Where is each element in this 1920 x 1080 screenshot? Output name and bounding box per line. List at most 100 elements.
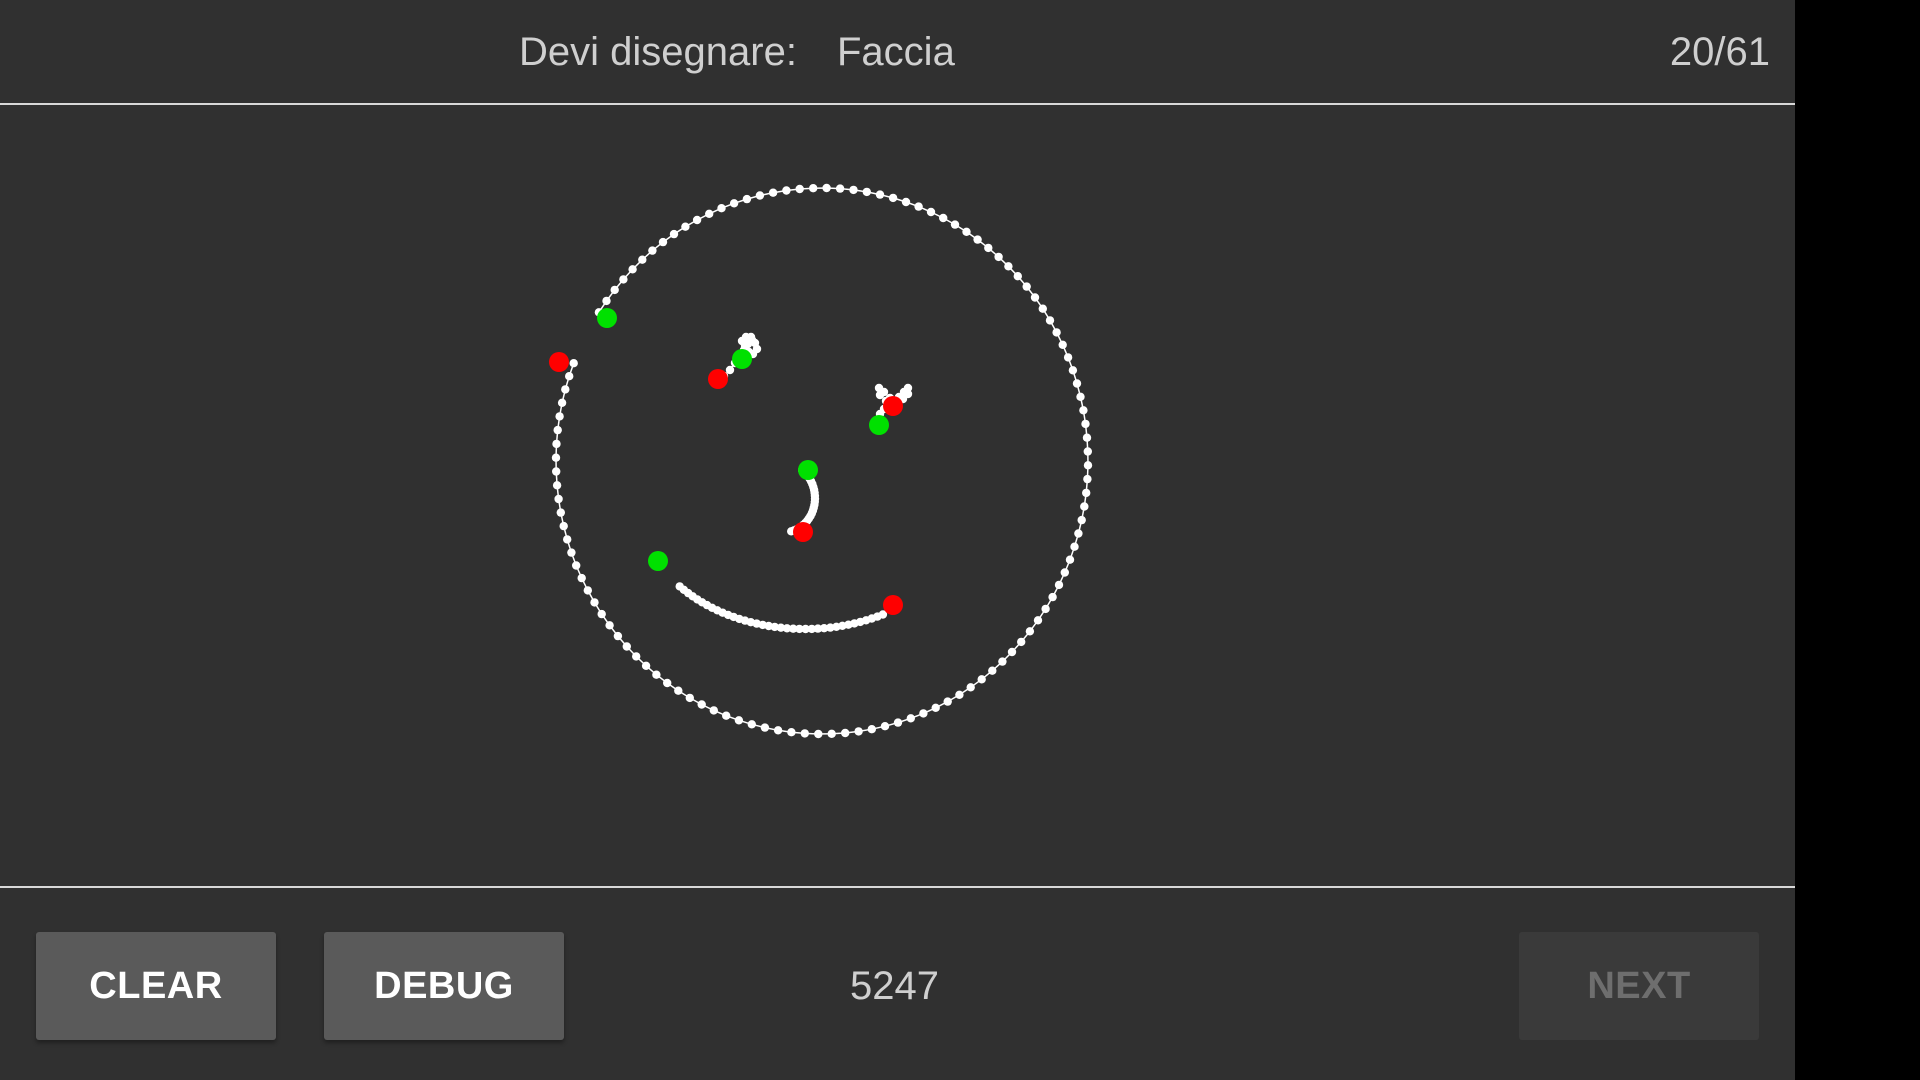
face-outline-stroke-point xyxy=(768,188,778,197)
face-outline-stroke-point xyxy=(1038,304,1048,313)
face-outline-stroke-point xyxy=(692,215,702,225)
face-outline-stroke-point xyxy=(747,720,756,729)
face-outline-stroke-point xyxy=(632,652,641,661)
face-outline-stroke-point xyxy=(1080,502,1089,511)
face-outline-stroke-point xyxy=(893,718,903,727)
left-eye-stroke-point xyxy=(746,332,756,342)
face-outline-stroke-point xyxy=(597,609,606,619)
face-outline-stroke-point xyxy=(906,714,915,723)
face-outline-stroke-point xyxy=(822,183,831,193)
face-outline-stroke-point xyxy=(652,670,661,679)
face-outline-stroke-point xyxy=(1004,262,1013,271)
face-outline-stroke-point xyxy=(613,631,623,641)
left-eye-start-marker xyxy=(732,349,752,369)
prompt-word: Faccia xyxy=(837,30,955,74)
face-start-marker xyxy=(597,308,617,328)
score-value: 5247 xyxy=(850,964,939,1008)
face-outline-stroke-point xyxy=(641,661,651,670)
face-outline-stroke-point xyxy=(814,729,823,739)
debug-button[interactable]: DEBUG xyxy=(324,932,564,1040)
face-outline-stroke-point xyxy=(605,621,614,630)
face-outline-stroke-point xyxy=(602,296,611,306)
face-outline-stroke-point xyxy=(697,700,706,709)
face-outline-stroke-point xyxy=(583,586,592,595)
left-eye-end-marker xyxy=(708,369,728,389)
face-outline-stroke-point xyxy=(569,359,578,368)
face-outline-stroke-point xyxy=(622,642,631,651)
right-eye-end-marker xyxy=(883,396,903,416)
face-outline-stroke-point xyxy=(1074,529,1083,538)
face-end-marker xyxy=(549,352,569,372)
face-outline-stroke-point xyxy=(1048,592,1057,602)
face-outline-stroke-point xyxy=(809,184,818,193)
face-outline-stroke-point xyxy=(977,675,986,684)
face-outline-stroke-point xyxy=(973,235,982,244)
face-outline-stroke-point xyxy=(551,453,561,462)
face-outline-stroke-point xyxy=(1079,406,1088,415)
face-outline-stroke-point xyxy=(552,467,561,476)
face-outline-stroke-point xyxy=(862,187,871,197)
face-outline-stroke-point xyxy=(563,535,572,544)
face-outline-stroke-point xyxy=(1063,353,1073,362)
face-outline-stroke-point xyxy=(1013,272,1022,281)
face-outline-stroke-point xyxy=(1045,316,1055,325)
face-outline-stroke-point xyxy=(557,398,567,407)
face-outline-stroke-point xyxy=(554,494,563,504)
clear-button[interactable]: CLEAR xyxy=(36,932,276,1040)
face-outline-stroke-point xyxy=(561,385,570,394)
face-outline-stroke-point xyxy=(800,729,809,738)
face-outline-stroke-point xyxy=(648,246,657,255)
face-outline-stroke-point xyxy=(939,213,948,223)
drawing-surface[interactable] xyxy=(0,106,1795,886)
face-outline-stroke-point xyxy=(1070,542,1079,551)
face-outline-stroke-point xyxy=(849,185,858,195)
face-outline-stroke-point xyxy=(1060,568,1070,577)
face-outline-stroke-point xyxy=(1076,392,1085,401)
face-outline-stroke-point xyxy=(638,255,647,264)
face-outline-stroke-point xyxy=(552,439,561,449)
header-bar: Devi disegnare: Faccia 20/61 xyxy=(0,0,1795,105)
face-outline-stroke-point xyxy=(685,693,694,703)
face-outline-stroke-point xyxy=(888,193,898,203)
face-outline-stroke-point xyxy=(1052,328,1061,337)
face-outline-stroke-point xyxy=(926,207,936,217)
face-outline-stroke-point xyxy=(709,706,718,715)
mouth-end-marker xyxy=(883,595,903,615)
face-outline-stroke-point xyxy=(914,202,923,211)
prompt-label: Devi disegnare: xyxy=(519,30,797,74)
face-outline-stroke-point xyxy=(555,412,564,421)
face-outline-stroke-point xyxy=(875,190,885,199)
face-outline-stroke-point xyxy=(705,209,714,218)
face-outline-stroke-point xyxy=(669,229,679,239)
face-outline-stroke-point xyxy=(553,425,562,435)
face-outline-stroke-point xyxy=(1082,488,1091,498)
right-eye-start-marker xyxy=(869,415,889,435)
face-outline-stroke-point xyxy=(663,678,672,688)
mouth-start-marker xyxy=(648,551,668,571)
next-button[interactable]: NEXT xyxy=(1519,932,1759,1040)
face-outline-stroke-point xyxy=(742,194,752,204)
face-outline-stroke-point xyxy=(1058,340,1067,349)
nose-start-marker xyxy=(798,460,818,480)
face-outline-stroke-point xyxy=(681,222,690,231)
progress-counter: 20/61 xyxy=(1669,30,1770,74)
face-outline-stroke-point xyxy=(1083,474,1092,484)
face-outline-stroke-point xyxy=(966,683,975,692)
nose-end-marker xyxy=(793,522,813,542)
face-outline-stroke-point xyxy=(552,481,562,490)
app-screen: Devi disegnare: Faccia 20/61 CLEAR DEBUG… xyxy=(0,0,1795,1080)
drawing-canvas[interactable] xyxy=(0,106,1795,886)
face-outline-stroke-point xyxy=(1077,515,1086,525)
face-outline-stroke-point xyxy=(984,243,993,253)
face-outline-stroke-point xyxy=(565,372,574,381)
face-outline-stroke-point xyxy=(854,727,863,736)
face-outline-stroke-point xyxy=(567,548,576,557)
face-outline-stroke-point xyxy=(1068,366,1078,375)
face-outline-stroke-point xyxy=(962,227,971,236)
face-outline-stroke-point xyxy=(998,657,1007,666)
face-outline-stroke-point xyxy=(955,690,964,699)
face-outline-stroke-point xyxy=(755,191,765,200)
face-outline-stroke-point xyxy=(729,199,739,208)
face-outline-stroke-point xyxy=(919,709,928,718)
face-outline-stroke-point xyxy=(628,265,637,274)
